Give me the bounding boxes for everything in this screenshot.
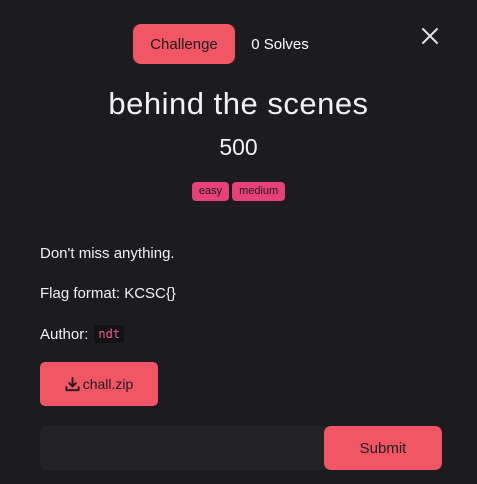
challenge-points: 500: [219, 134, 258, 160]
challenge-title: behind the scenes: [108, 86, 369, 121]
download-file-button[interactable]: chall.zip: [40, 362, 158, 406]
flag-format-line: Flag format: KCSC{}: [40, 285, 176, 302]
description-line: Don't miss anything.: [40, 245, 175, 262]
tab-solves[interactable]: 0 Solves: [244, 24, 316, 64]
tab-challenge[interactable]: Challenge: [133, 24, 235, 64]
author-name: ndt: [94, 325, 125, 343]
author-line: Author: ndt: [40, 325, 125, 343]
tag-list: easy medium: [0, 182, 477, 201]
close-icon[interactable]: [420, 26, 440, 46]
submit-button[interactable]: Submit: [324, 426, 442, 470]
flag-input[interactable]: [40, 426, 330, 470]
file-name: chall.zip: [82, 376, 134, 392]
tag-easy: easy: [191, 182, 230, 201]
tag-medium: medium: [232, 182, 286, 201]
download-icon: [65, 376, 80, 391]
author-label: Author:: [40, 325, 89, 343]
